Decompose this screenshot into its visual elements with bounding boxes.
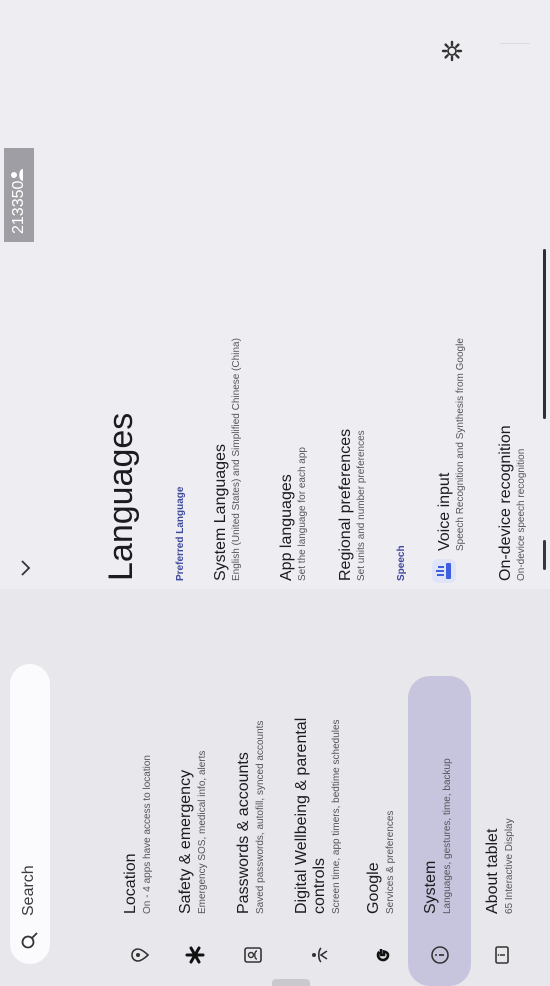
section-header-speech: Speech <box>396 545 407 581</box>
settings-item-subtitle: On - 4 apps have access to location <box>142 755 153 914</box>
settings-item-subtitle: Emergency SOS, medical info, alerts <box>197 750 208 914</box>
item-title: System Languages <box>212 444 229 581</box>
languages-detail-pane: Languages Preferred Language System Lang… <box>0 0 550 589</box>
item-subtitle: Set the language for each app <box>297 447 308 581</box>
settings-item-title: System <box>422 860 439 914</box>
settings-item-system[interactable]: System Languages, gestures, time, backup <box>420 589 460 986</box>
wellbeing-icon <box>312 947 328 963</box>
search-label: Search <box>20 865 37 916</box>
settings-list-pane: Search Location On - 4 apps have access … <box>0 589 550 986</box>
chevron-down-icon[interactable] <box>12 555 38 581</box>
item-title: Voice input <box>436 472 453 551</box>
item-title: On-device recognition <box>497 425 514 581</box>
settings-item-title: Google <box>365 862 382 914</box>
settings-item-about-tablet[interactable]: About tablet 65 Interactive Display <box>482 589 522 986</box>
tablet-icon <box>495 946 509 964</box>
scrollbar[interactable] <box>543 540 546 570</box>
settings-item-location[interactable]: Location On - 4 apps have access to loca… <box>120 589 160 986</box>
divider <box>500 43 530 44</box>
screen: Search Location On - 4 apps have access … <box>0 0 550 986</box>
profile-icon <box>11 169 23 181</box>
google-icon <box>376 949 390 962</box>
item-subtitle: On-device speech recognition <box>516 448 527 581</box>
item-subtitle: English (United States) and Simplified C… <box>231 338 242 581</box>
settings-item-subtitle: 65 Interactive Display <box>504 818 515 914</box>
rotated-content: Search Location On - 4 apps have access … <box>0 0 550 986</box>
settings-item-subtitle: Languages, gestures, time, backup <box>442 758 453 914</box>
settings-item-title: Passwords & accounts <box>235 752 252 914</box>
settings-item-subtitle: Services & preferences <box>385 810 396 914</box>
settings-item-safety[interactable]: Safety & emergency Emergency SOS, medica… <box>175 589 215 986</box>
settings-item-title: Safety & emergency <box>177 769 194 914</box>
settings-item-title: Location <box>122 853 139 915</box>
item-subtitle: Set units and number preferences <box>356 430 367 581</box>
page-title: Languages <box>102 412 140 581</box>
gesture-nav-bar[interactable] <box>543 249 546 419</box>
item-title: App languages <box>278 474 295 581</box>
section-header-preferred-language: Preferred Language <box>175 486 186 581</box>
settings-item-title-line2: controls <box>311 857 328 914</box>
settings-item-title: About tablet <box>484 828 501 914</box>
search-bar[interactable]: Search <box>10 664 50 964</box>
passwords-icon <box>244 947 262 963</box>
voice-input-icon <box>432 559 456 583</box>
settings-item-subtitle: Screen time, app timers, bedtime schedul… <box>331 719 342 914</box>
settings-item-digital-wellbeing[interactable]: Digital Wellbeing & parental controls Sc… <box>291 589 349 986</box>
settings-item-subtitle: Saved passwords, autofill, synced accoun… <box>255 720 266 914</box>
location-icon <box>131 948 150 962</box>
asterisk-icon <box>185 946 205 964</box>
info-icon <box>431 946 449 964</box>
status-time: 213350 <box>10 180 27 234</box>
item-title: Regional preferences <box>337 428 354 581</box>
status-chip: 213350 <box>4 148 34 242</box>
gear-icon[interactable] <box>440 39 464 63</box>
settings-item-title: Digital Wellbeing & parental <box>293 717 310 914</box>
settings-item-google[interactable]: Google Services & preferences <box>363 589 403 986</box>
search-icon <box>21 932 38 949</box>
item-subtitle: Speech Recognition and Synthesis from Go… <box>455 338 466 551</box>
settings-item-passwords[interactable]: Passwords & accounts Saved passwords, au… <box>233 589 273 986</box>
